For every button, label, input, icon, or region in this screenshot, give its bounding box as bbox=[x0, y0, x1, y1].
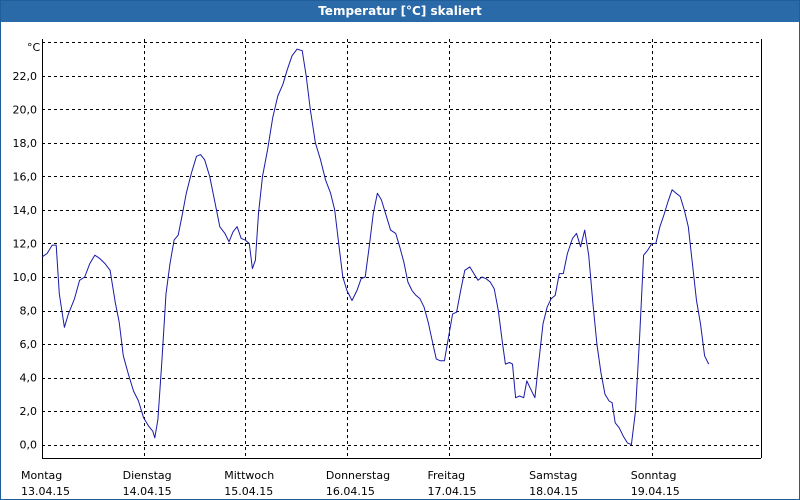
y-axis-unit-label: °C bbox=[27, 41, 41, 54]
x-tick-date-label: 19.04.15 bbox=[631, 485, 680, 498]
x-tick-day-label: Donnerstag bbox=[326, 469, 390, 482]
y-tick-label: 12,0 bbox=[13, 237, 38, 250]
y-tick-label: 14,0 bbox=[13, 204, 38, 217]
y-tick-label: 18,0 bbox=[13, 137, 38, 150]
x-tick-day-label: Sonntag bbox=[631, 469, 677, 482]
x-tick-date-label: 18.04.15 bbox=[529, 485, 578, 498]
x-tick-day-label: Freitag bbox=[428, 469, 466, 482]
x-tick-day-label: Samstag bbox=[529, 469, 577, 482]
x-tick-labels: Montag 13.04.15 Dienstag 14.04.15 Mittwoch 15… bbox=[21, 469, 680, 498]
y-tick-label: 6,0 bbox=[20, 338, 38, 351]
x-tick-date-label: 14.04.15 bbox=[123, 485, 172, 498]
y-tick-label: 8,0 bbox=[20, 305, 38, 318]
x-tick-day-label: Dienstag bbox=[123, 469, 172, 482]
x-tick-date-label: 13.04.15 bbox=[21, 485, 70, 498]
series-lines bbox=[41, 48, 710, 446]
y-tick-label: 4,0 bbox=[20, 372, 38, 385]
chart-window: Temperatur [°C] skaliert 0,0 2,0 4,0 6,0 8,0… bbox=[0, 0, 800, 500]
y-tick-label: 10,0 bbox=[13, 271, 38, 284]
y-tick-labels: 0,0 2,0 4,0 6,0 8,0 10,0 12,0 14,0 16,0 18,0 20,0 2… bbox=[13, 70, 38, 452]
y-tick-label: 20,0 bbox=[13, 103, 38, 116]
x-tick-day-label: Montag bbox=[21, 469, 62, 482]
grid-lines bbox=[42, 39, 761, 458]
y-tick-label: 2,0 bbox=[20, 405, 38, 418]
window-title: Temperatur [°C] skaliert bbox=[1, 1, 799, 22]
y-tick-label: 0,0 bbox=[20, 439, 38, 452]
x-tick-day-label: Mittwoch bbox=[224, 469, 274, 482]
temperature-chart: 0,0 2,0 4,0 6,0 8,0 10,0 12,0 14,0 16,0 18,0 20,0 2… bbox=[13, 39, 762, 498]
plot-frame bbox=[42, 39, 762, 459]
temperature-series-line bbox=[41, 48, 710, 446]
y-tick-label: 22,0 bbox=[13, 70, 38, 83]
x-tick-date-label: 17.04.15 bbox=[428, 485, 477, 498]
x-tick-date-label: 15.04.15 bbox=[224, 485, 273, 498]
x-tick-date-label: 16.04.15 bbox=[326, 485, 375, 498]
y-tick-label: 16,0 bbox=[13, 170, 38, 183]
